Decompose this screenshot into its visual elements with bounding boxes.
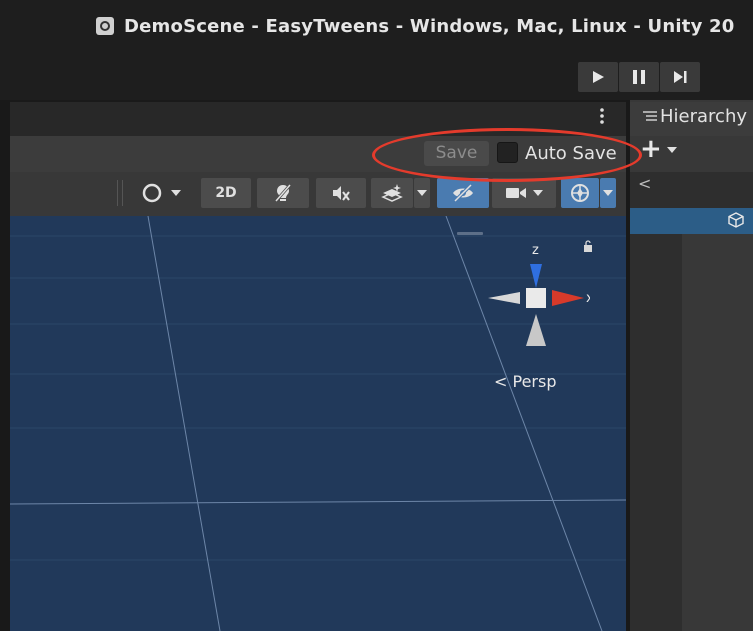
orientation-gizmo[interactable]: z x [480, 236, 590, 356]
camera-icon [506, 188, 526, 198]
chevron-left-icon: < [494, 372, 513, 391]
axis-z-label: z [532, 243, 539, 258]
view-2d-button[interactable]: 2D [201, 178, 251, 208]
add-object-button[interactable]: + [640, 134, 662, 164]
projection-label: Persp [512, 372, 557, 391]
back-chevron-icon[interactable]: < [638, 174, 651, 193]
light-bulb-off-icon [274, 184, 292, 202]
annotation-highlight-ellipse [372, 128, 642, 182]
audio-toggle-button[interactable] [316, 178, 366, 208]
projection-toggle[interactable]: < Persp [494, 372, 557, 391]
center-cube[interactable] [526, 288, 546, 308]
overlay-drag-handle[interactable] [457, 232, 483, 235]
play-button[interactable] [578, 62, 618, 92]
audio-mute-icon [333, 186, 350, 201]
step-button[interactable] [660, 62, 700, 92]
gameobject-cube-icon [728, 212, 744, 228]
axis-x-cone[interactable] [552, 290, 584, 306]
axis-z-cone[interactable] [530, 264, 542, 288]
left-edge [0, 100, 10, 631]
scene-visibility-button[interactable] [437, 178, 489, 208]
shaded-sphere-icon [142, 183, 162, 203]
axis-neg-z-cone[interactable] [526, 314, 546, 346]
dropdown-arrow-icon [603, 190, 613, 196]
more-options-icon[interactable] [598, 107, 606, 127]
pause-icon [633, 70, 645, 84]
play-icon [593, 71, 604, 83]
step-icon [674, 71, 687, 83]
dropdown-arrow-icon [417, 190, 427, 196]
pause-button[interactable] [619, 62, 659, 92]
draw-mode-button[interactable] [128, 178, 194, 208]
hierarchy-indent-area [630, 234, 682, 631]
hidden-eye-icon [453, 183, 473, 203]
effects-dropdown-button[interactable] [414, 178, 430, 208]
unity-scene-icon [96, 17, 114, 35]
hierarchy-content[interactable] [682, 234, 753, 631]
camera-settings-button[interactable] [492, 178, 556, 208]
add-dropdown-arrow-icon[interactable] [667, 147, 677, 153]
layers-sparkle-icon [381, 184, 403, 202]
gizmos-button[interactable] [561, 178, 599, 208]
axis-x-label: x [586, 291, 590, 306]
hierarchy-title: Hierarchy [660, 106, 748, 127]
gizmos-dropdown-button[interactable] [600, 178, 616, 208]
axis-neg-x-cone[interactable] [488, 292, 520, 304]
window-title: DemoScene - EasyTweens - Windows, Mac, L… [124, 16, 735, 37]
gizmo-globe-icon [571, 184, 589, 202]
dropdown-arrow-icon [171, 190, 181, 196]
lock-icon[interactable] [583, 240, 593, 252]
hierarchy-list-icon [643, 110, 657, 126]
dropdown-arrow-icon [533, 190, 543, 196]
lighting-toggle-button[interactable] [257, 178, 309, 208]
toolbar-grip[interactable] [117, 180, 123, 206]
effects-button[interactable] [371, 178, 413, 208]
